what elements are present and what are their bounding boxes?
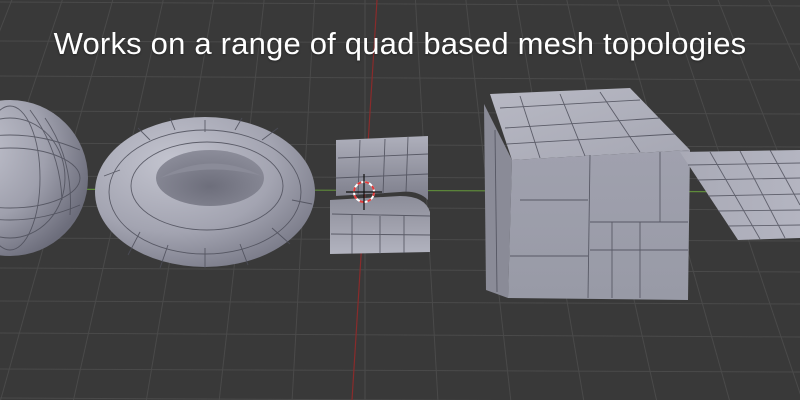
grid-line: [0, 332, 800, 338]
grid-line: [0, 1, 800, 7]
grid-line: [0, 300, 800, 305]
uv-sphere-mesh[interactable]: [0, 100, 88, 256]
caption-heading: Works on a range of quad based mesh topo…: [53, 26, 747, 61]
plane-mesh[interactable]: [680, 149, 800, 240]
grid-line: [0, 110, 800, 115]
3d-viewport[interactable]: Works on a range of quad based mesh topo…: [0, 0, 800, 400]
torus-mesh[interactable]: [95, 117, 315, 269]
grid-line: [0, 75, 800, 81]
grid-line: [0, 368, 800, 373]
cube-mesh[interactable]: [484, 88, 690, 300]
curved-strip-mesh[interactable]: [330, 136, 431, 254]
